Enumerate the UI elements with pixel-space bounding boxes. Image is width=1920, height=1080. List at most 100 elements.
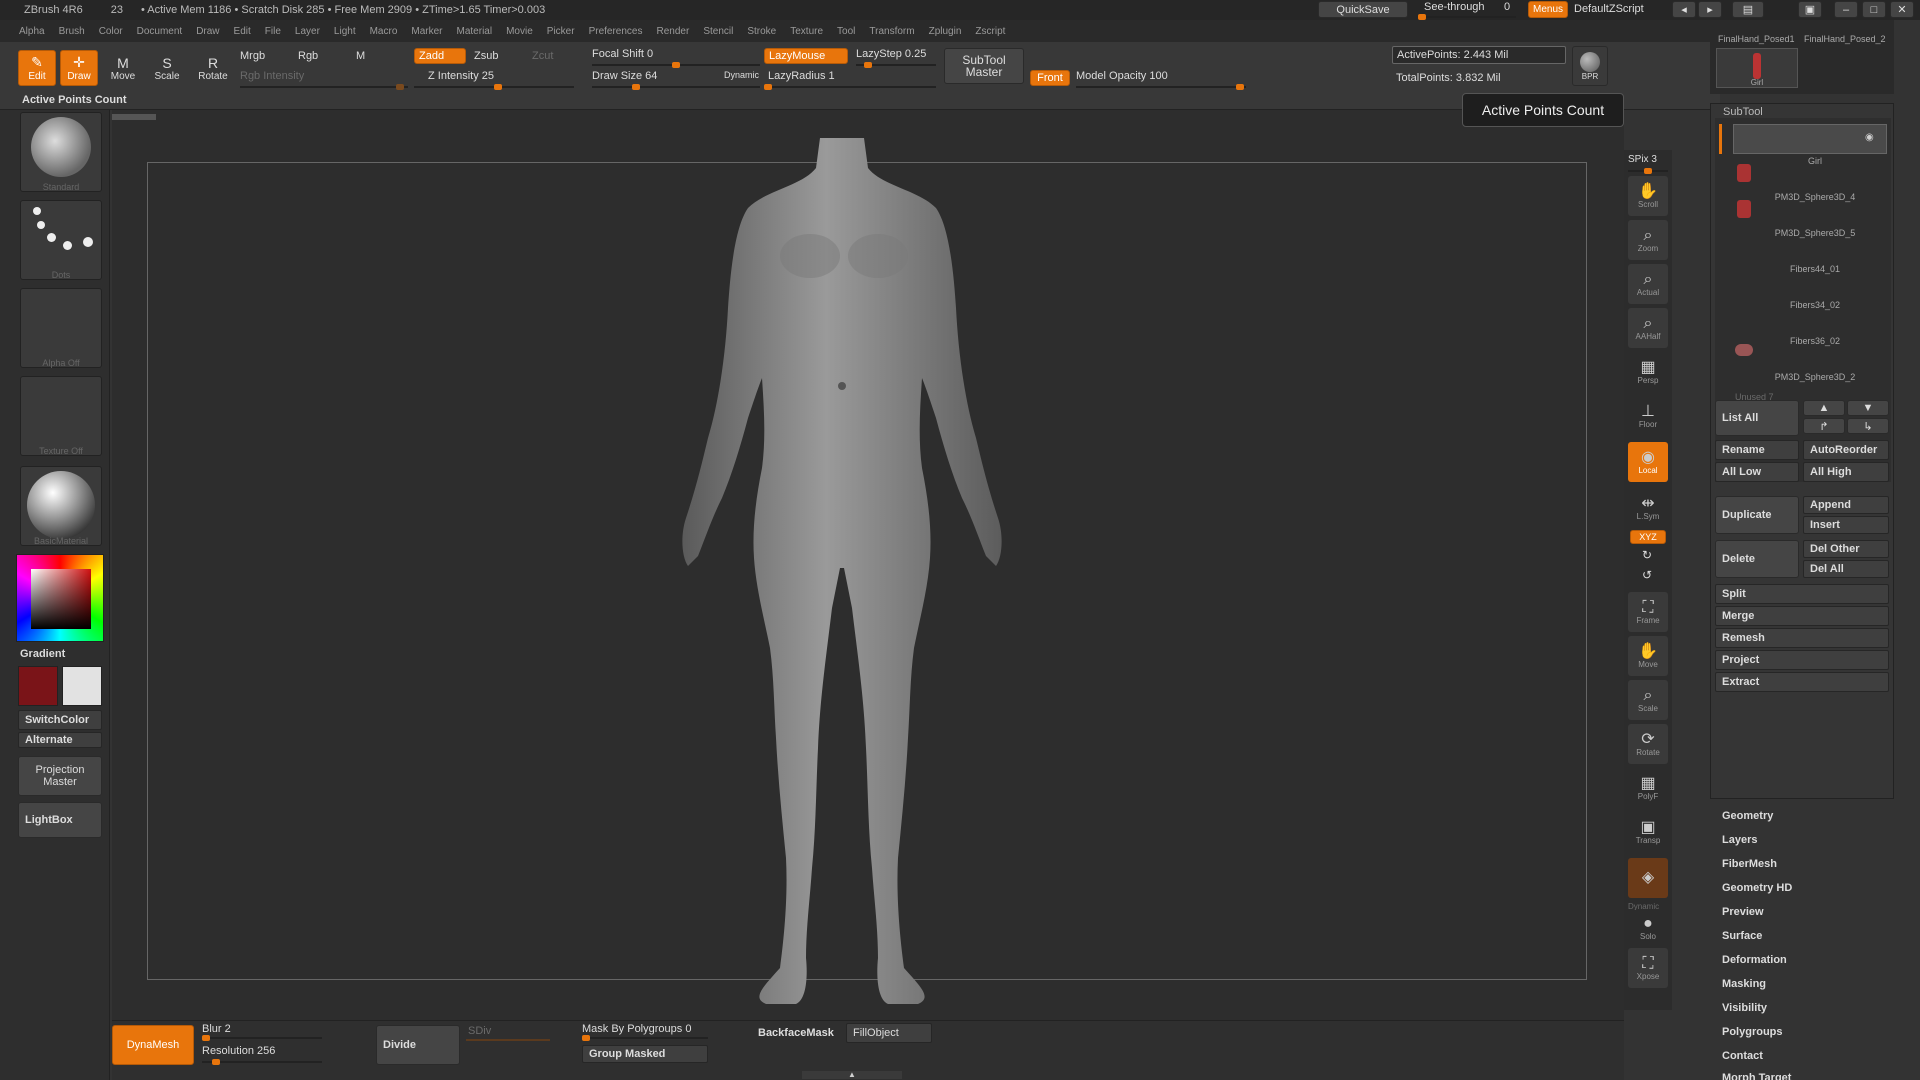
- duplicate-button[interactable]: Duplicate: [1715, 496, 1799, 534]
- actual-button[interactable]: ⌕ Actual: [1628, 264, 1668, 304]
- menu-polygroups[interactable]: Polygroups: [1722, 1026, 1783, 1038]
- lock-icon[interactable]: ▣: [1798, 1, 1822, 18]
- menu-color[interactable]: Color: [99, 26, 123, 37]
- remesh-button[interactable]: Remesh: [1715, 628, 1889, 648]
- switchcolor-button[interactable]: SwitchColor: [18, 710, 102, 730]
- menu-geometry-hd[interactable]: Geometry HD: [1722, 882, 1792, 894]
- backfacemask-button[interactable]: BackfaceMask: [758, 1027, 834, 1039]
- shelf-move-button[interactable]: ✋ Move: [1628, 636, 1668, 676]
- stroke-thumbnail[interactable]: Dots: [20, 200, 102, 280]
- ghost-button[interactable]: ◈: [1628, 858, 1668, 898]
- frame-button[interactable]: ⛶ Frame: [1628, 592, 1668, 632]
- alternate-button[interactable]: Alternate: [18, 732, 102, 748]
- zoom-button[interactable]: ⌕ Zoom: [1628, 220, 1668, 260]
- subtool-master-button[interactable]: SubTool Master: [944, 48, 1024, 84]
- scroll-button[interactable]: ✋ Scroll: [1628, 176, 1668, 216]
- menu-alpha[interactable]: Alpha: [19, 26, 45, 37]
- subtool-title[interactable]: SubTool: [1723, 106, 1763, 118]
- front-button[interactable]: Front: [1030, 70, 1070, 86]
- sdiv-slider[interactable]: [466, 1039, 550, 1041]
- color-picker-square[interactable]: [31, 569, 91, 629]
- menu-render[interactable]: Render: [657, 26, 690, 37]
- zsub-button[interactable]: Zsub: [474, 50, 498, 62]
- menu-tool[interactable]: Tool: [837, 26, 855, 37]
- m-button[interactable]: M: [356, 50, 365, 62]
- model-opacity-slider[interactable]: [1076, 84, 1246, 90]
- transp-button[interactable]: ▣ Transp: [1628, 812, 1668, 852]
- active-points-display[interactable]: ActivePoints: 2.443 Mil: [1392, 46, 1566, 64]
- draw-button[interactable]: ✛ Draw: [60, 50, 98, 86]
- secondary-color-swatch[interactable]: [62, 666, 102, 706]
- draw-size-slider[interactable]: [592, 84, 760, 90]
- move-button[interactable]: M Move: [104, 50, 142, 86]
- layout-icon[interactable]: ▤: [1732, 1, 1764, 18]
- rgb-button[interactable]: Rgb: [298, 50, 318, 62]
- lazyradius-slider[interactable]: [764, 84, 936, 90]
- canvas-scroll-indicator[interactable]: [112, 114, 156, 120]
- extract-button[interactable]: Extract: [1715, 672, 1889, 692]
- menus-button[interactable]: Menus: [1528, 1, 1568, 18]
- menu-texture[interactable]: Texture: [790, 26, 823, 37]
- all-high-button[interactable]: All High: [1803, 462, 1889, 482]
- menu-draw[interactable]: Draw: [196, 26, 219, 37]
- all-low-button[interactable]: All Low: [1715, 462, 1799, 482]
- menu-stencil[interactable]: Stencil: [703, 26, 733, 37]
- subtool-label-fibers34[interactable]: Fibers34_02: [1735, 300, 1895, 310]
- autoreorder-button[interactable]: AutoReorder: [1803, 440, 1889, 460]
- group-masked-button[interactable]: Group Masked: [582, 1045, 708, 1063]
- female-model-mesh[interactable]: [682, 138, 1002, 1018]
- minimize-icon[interactable]: –: [1834, 1, 1858, 18]
- project-button[interactable]: Project: [1715, 650, 1889, 670]
- visibility-eye-icon[interactable]: ◉: [1865, 132, 1874, 143]
- subtool-label-sphere2[interactable]: PM3D_Sphere3D_2: [1735, 372, 1895, 382]
- xyz-button[interactable]: XYZ: [1630, 530, 1666, 544]
- menu-zscript[interactable]: Zscript: [975, 26, 1005, 37]
- merge-button[interactable]: Merge: [1715, 606, 1889, 626]
- local-button[interactable]: ◉ Local: [1628, 442, 1668, 482]
- menu-stroke[interactable]: Stroke: [747, 26, 776, 37]
- move-up-arrow-icon[interactable]: ▲: [1803, 400, 1845, 416]
- close-icon[interactable]: ✕: [1890, 1, 1914, 18]
- dock-right-icon[interactable]: ▸: [1698, 1, 1722, 18]
- edit-button[interactable]: ✎ Edit: [18, 50, 56, 86]
- move-down-arrow-icon[interactable]: ▼: [1847, 400, 1889, 416]
- rotate-axis-z-icon[interactable]: ↺: [1642, 568, 1652, 582]
- material-thumbnail[interactable]: BasicMaterial: [20, 466, 102, 546]
- menu-geometry[interactable]: Geometry: [1722, 810, 1773, 822]
- blur-slider[interactable]: [202, 1035, 322, 1041]
- menu-layers[interactable]: Layers: [1722, 834, 1757, 846]
- focal-shift-slider[interactable]: [592, 62, 760, 68]
- dynamesh-button[interactable]: DynaMesh: [112, 1025, 194, 1065]
- rename-button[interactable]: Rename: [1715, 440, 1799, 460]
- lazymouse-button[interactable]: LazyMouse: [764, 48, 848, 64]
- alpha-thumbnail[interactable]: Alpha Off: [20, 288, 102, 368]
- shelf-rotate-button[interactable]: ⟳ Rotate: [1628, 724, 1668, 764]
- lightbox-button[interactable]: LightBox: [18, 802, 102, 838]
- menu-preferences[interactable]: Preferences: [589, 26, 643, 37]
- append-button[interactable]: Append: [1803, 496, 1889, 514]
- scale-button[interactable]: S Scale: [148, 50, 186, 86]
- rgb-intensity-slider[interactable]: [240, 84, 408, 90]
- menu-marker[interactable]: Marker: [411, 26, 442, 37]
- rotate-button[interactable]: R Rotate: [194, 50, 232, 86]
- del-other-button[interactable]: Del Other: [1803, 540, 1889, 558]
- quicksave-button[interactable]: QuickSave: [1318, 1, 1408, 18]
- menu-file[interactable]: File: [265, 26, 281, 37]
- insert-button[interactable]: Insert: [1803, 516, 1889, 534]
- spix-slider[interactable]: [1628, 168, 1668, 174]
- menu-morph-target[interactable]: Morph Target: [1722, 1072, 1791, 1080]
- move-sub-arrow-icon[interactable]: ↱: [1803, 418, 1845, 434]
- brush-thumbnail[interactable]: Standard: [20, 112, 102, 192]
- canvas-viewport[interactable]: [112, 110, 1624, 1020]
- menu-picker[interactable]: Picker: [547, 26, 575, 37]
- lsym-button[interactable]: ⇹ L.Sym: [1628, 488, 1668, 528]
- menu-deformation[interactable]: Deformation: [1722, 954, 1787, 966]
- bpr-button[interactable]: BPR: [1572, 46, 1608, 86]
- aahalf-button[interactable]: ⌕ AAHalf: [1628, 308, 1668, 348]
- z-intensity-slider[interactable]: [414, 84, 574, 90]
- menu-document[interactable]: Document: [137, 26, 183, 37]
- zadd-button[interactable]: Zadd: [414, 48, 466, 64]
- persp-button[interactable]: ▦ Persp: [1628, 352, 1668, 392]
- move-sub2-arrow-icon[interactable]: ↳: [1847, 418, 1889, 434]
- dock-left-icon[interactable]: ◂: [1672, 1, 1696, 18]
